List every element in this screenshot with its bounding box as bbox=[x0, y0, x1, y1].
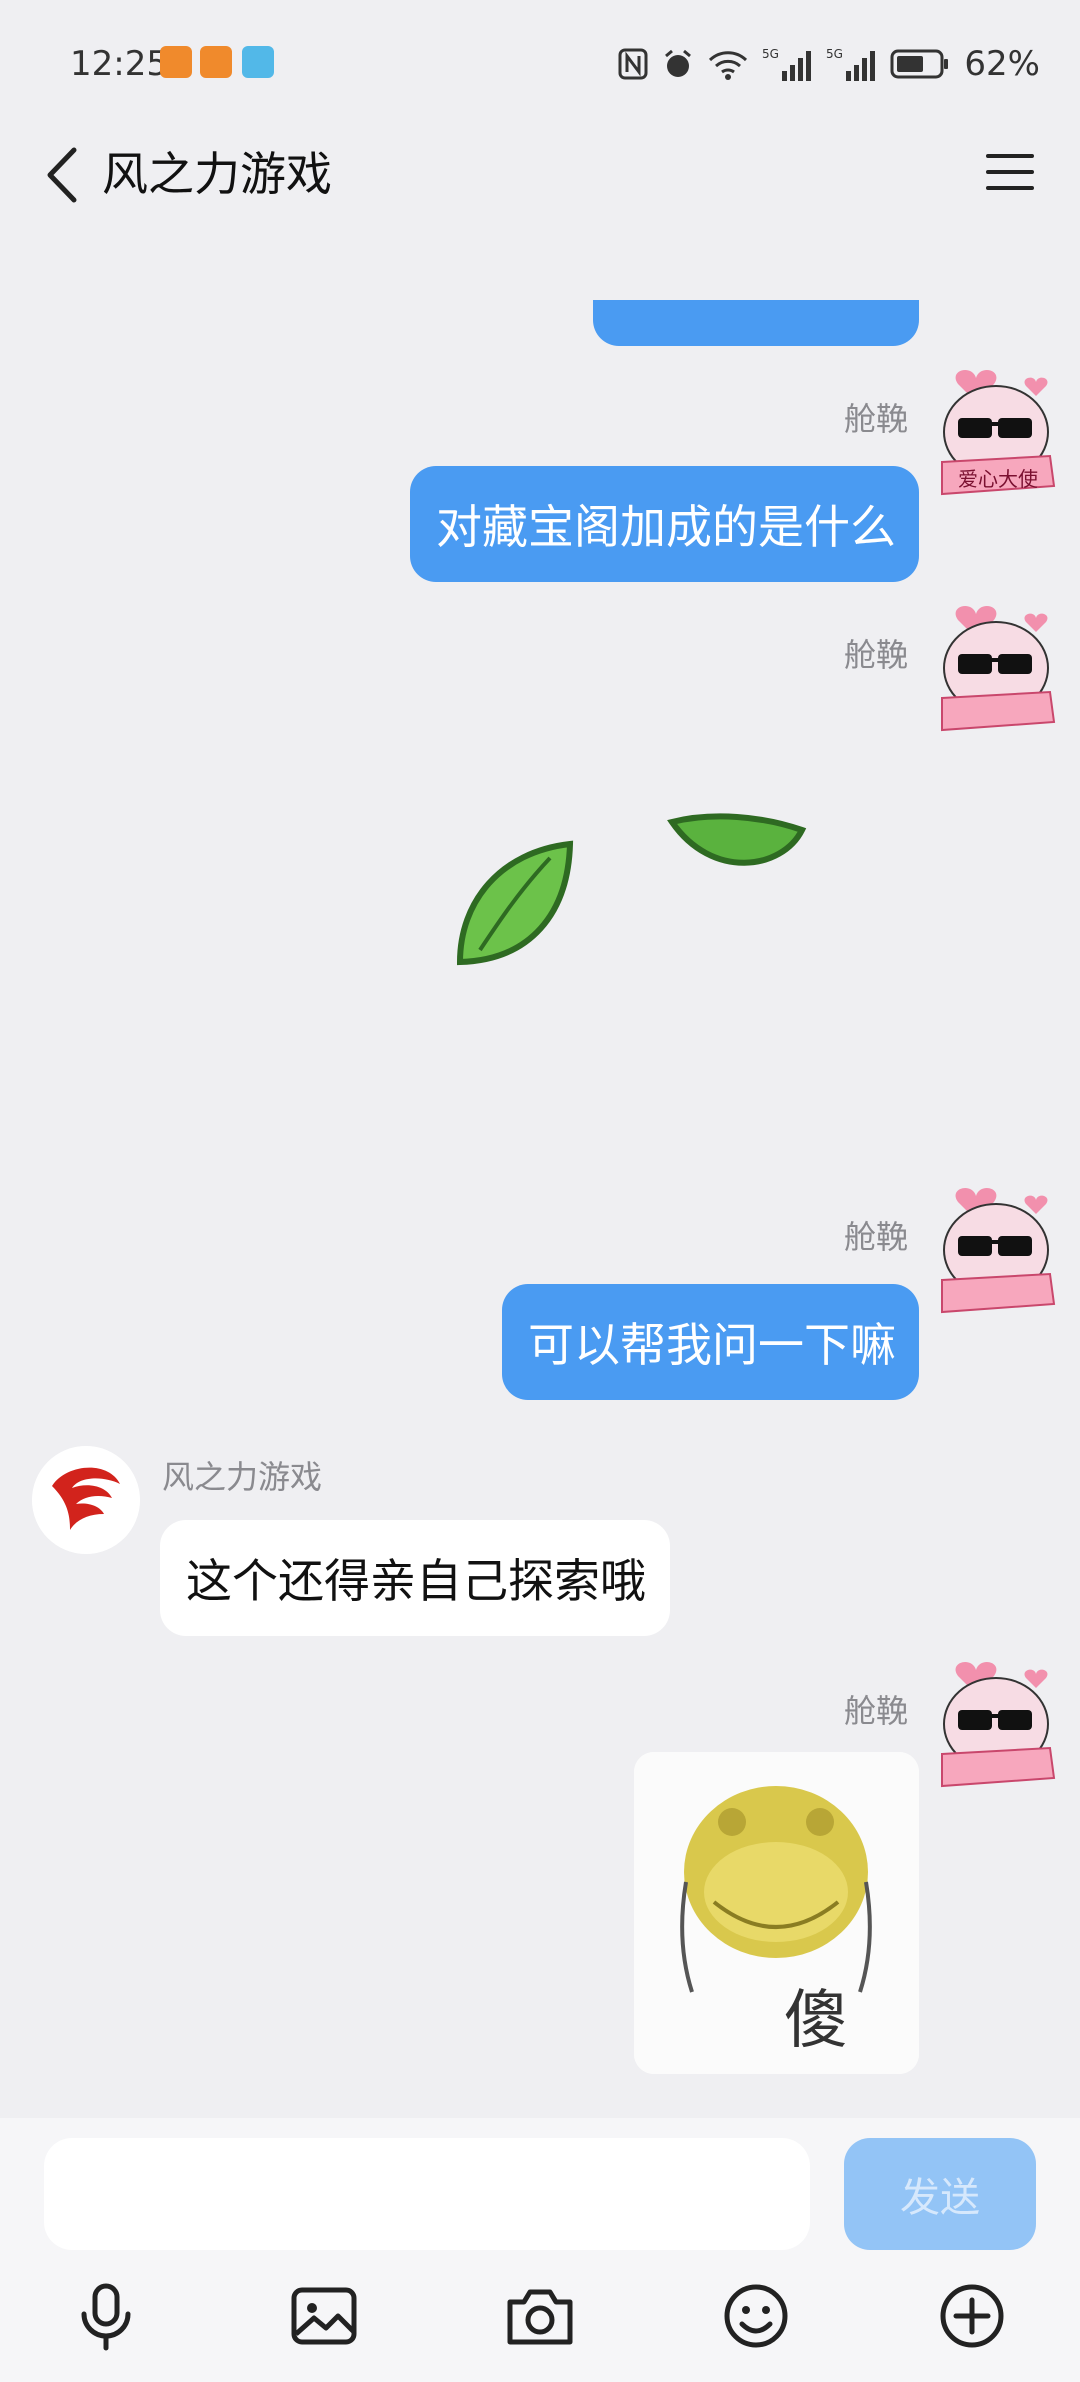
network-type-label: 5G bbox=[762, 47, 779, 61]
leaf-sticker[interactable] bbox=[450, 790, 810, 980]
avatar-image bbox=[941, 1188, 1056, 1314]
previous-message-bubble bbox=[593, 300, 919, 346]
chat-header: 风之力游戏 bbox=[0, 120, 1080, 232]
message-bubble[interactable]: 可以帮我问一下嘛 bbox=[502, 1284, 919, 1400]
sticker-image-bubble[interactable]: 傻 bbox=[634, 1752, 919, 2074]
sender-name: 舱鞔 bbox=[843, 400, 908, 438]
my-avatar[interactable] bbox=[928, 1180, 1058, 1320]
status-bar: 12:25 5G 5G 62% bbox=[0, 0, 1080, 120]
sender-name: 舱鞔 bbox=[843, 636, 908, 674]
composer-bar: 发送 bbox=[0, 2118, 1080, 2382]
status-time: 12:25 bbox=[70, 44, 168, 84]
battery-percent: 62% bbox=[964, 44, 1040, 84]
battery-icon bbox=[890, 49, 949, 79]
contact-avatar[interactable] bbox=[32, 1446, 140, 1554]
sender-name: 舱鞔 bbox=[843, 1218, 908, 1256]
frog-sticker-image: 傻 bbox=[634, 1752, 919, 2074]
wifi-icon bbox=[709, 51, 748, 80]
signal-icon: 5G bbox=[762, 47, 812, 81]
sticker-caption: 傻 bbox=[784, 1984, 848, 2058]
plus-icon[interactable] bbox=[936, 2280, 1008, 2352]
my-avatar[interactable]: 爱心大使 bbox=[928, 362, 1058, 502]
network-type-label: 5G bbox=[826, 47, 843, 61]
reader-notification-icon bbox=[242, 46, 274, 78]
image-icon[interactable] bbox=[288, 2280, 360, 2352]
avatar-image bbox=[941, 606, 1056, 732]
microphone-icon[interactable] bbox=[70, 2280, 142, 2352]
sender-name: 风之力游戏 bbox=[162, 1458, 323, 1496]
message-input[interactable] bbox=[44, 2138, 810, 2250]
nfc-icon bbox=[618, 48, 648, 80]
signal-icon: 5G bbox=[826, 47, 876, 81]
emoji-icon[interactable] bbox=[720, 2280, 792, 2352]
camera-icon[interactable] bbox=[504, 2280, 576, 2352]
chat-title: 风之力游戏 bbox=[102, 147, 332, 201]
my-avatar[interactable] bbox=[928, 598, 1058, 738]
app-notification-icon bbox=[160, 46, 192, 78]
my-avatar[interactable] bbox=[928, 1654, 1058, 1794]
send-button[interactable]: 发送 bbox=[844, 2138, 1036, 2250]
message-bubble[interactable]: 对藏宝阁加成的是什么 bbox=[410, 466, 919, 582]
sender-name: 舱鞔 bbox=[843, 1692, 908, 1730]
avatar-image bbox=[941, 1662, 1056, 1788]
app-notification-icon bbox=[200, 46, 232, 78]
avatar-badge-text: 爱心大使 bbox=[958, 467, 1038, 491]
menu-icon[interactable] bbox=[980, 142, 1040, 202]
phoenix-logo-icon bbox=[32, 1446, 140, 1554]
avatar-image: 爱心大使 bbox=[941, 370, 1056, 496]
back-arrow-icon[interactable] bbox=[36, 140, 96, 210]
message-bubble[interactable]: 这个还得亲自己探索哦 bbox=[160, 1520, 670, 1636]
alarm-icon bbox=[665, 49, 692, 77]
